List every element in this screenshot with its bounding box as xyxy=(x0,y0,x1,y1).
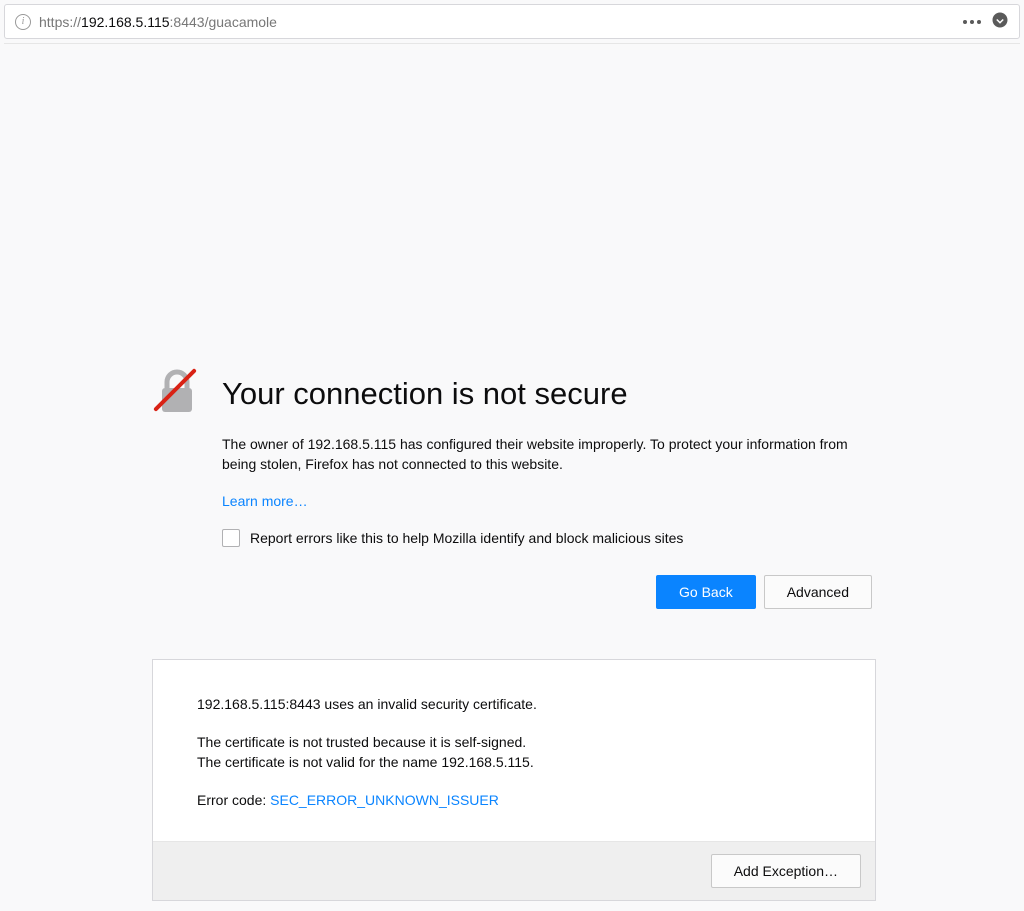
advanced-button[interactable]: Advanced xyxy=(764,575,872,609)
error-title: Your connection is not secure xyxy=(222,376,872,412)
cert-error-line2: The certificate is not trusted because i… xyxy=(197,732,831,752)
url-protocol: https:// xyxy=(39,14,81,30)
url-host: 192.168.5.115 xyxy=(81,14,170,30)
page-action-more-icon[interactable] xyxy=(963,20,981,24)
cert-error-line1: 192.168.5.115:8443 uses an invalid secur… xyxy=(197,694,831,714)
error-code-row: Error code: SEC_ERROR_UNKNOWN_ISSUER xyxy=(197,790,831,810)
cert-error-line3: The certificate is not valid for the nam… xyxy=(197,752,831,772)
report-errors-checkbox[interactable] xyxy=(222,529,240,547)
learn-more-link[interactable]: Learn more… xyxy=(222,493,308,509)
error-code-link[interactable]: SEC_ERROR_UNKNOWN_ISSUER xyxy=(270,792,499,808)
insecure-lock-icon xyxy=(152,368,202,418)
error-description: The owner of 192.168.5.115 has configure… xyxy=(222,434,872,475)
error-code-label: Error code: xyxy=(197,792,270,808)
go-back-button[interactable]: Go Back xyxy=(656,575,756,609)
url-bar[interactable]: i https://192.168.5.115:8443/guacamole xyxy=(4,4,1020,39)
pocket-icon[interactable] xyxy=(991,11,1009,32)
url-rest: :8443/guacamole xyxy=(170,14,277,30)
site-info-icon[interactable]: i xyxy=(15,14,31,30)
add-exception-button[interactable]: Add Exception… xyxy=(711,854,861,888)
report-errors-label: Report errors like this to help Mozilla … xyxy=(250,530,683,546)
url-text: https://192.168.5.115:8443/guacamole xyxy=(39,14,963,30)
advanced-panel: 192.168.5.115:8443 uses an invalid secur… xyxy=(152,659,876,901)
